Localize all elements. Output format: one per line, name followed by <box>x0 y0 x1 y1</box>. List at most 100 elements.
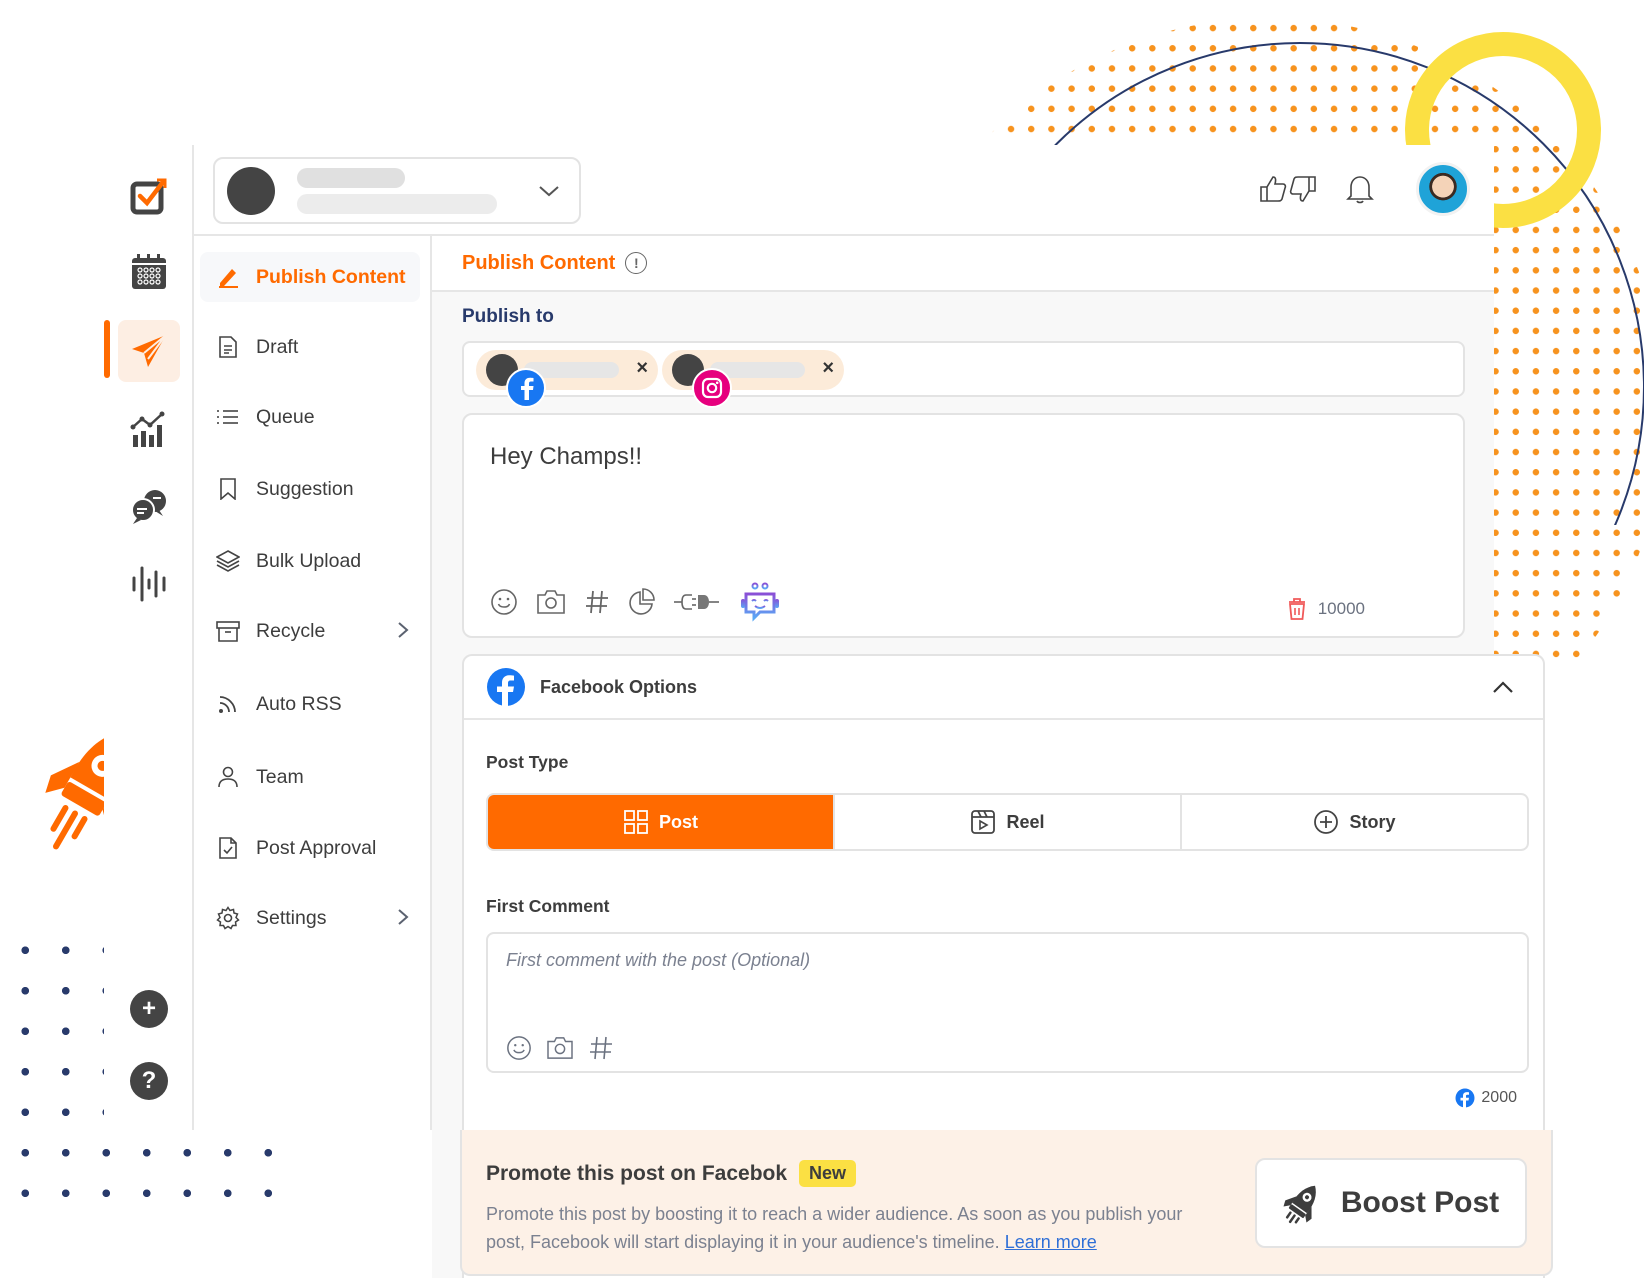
boost-post-button[interactable]: Boost Post <box>1255 1158 1527 1248</box>
subnav-label: Auto RSS <box>256 692 342 715</box>
subnav-item-settings[interactable]: Settings <box>200 893 420 943</box>
comment-hashtag-button[interactable] <box>588 1035 614 1061</box>
instagram-icon <box>692 368 732 408</box>
help-button[interactable]: ? <box>130 1062 168 1100</box>
learn-more-link[interactable]: Learn more <box>1005 1232 1097 1252</box>
bell-icon <box>1346 176 1374 204</box>
top-bar <box>194 145 1494 236</box>
paper-plane-icon <box>132 334 167 367</box>
subnav-item-publish-content[interactable]: Publish Content <box>200 252 420 302</box>
post-type-story[interactable]: Story <box>1182 795 1527 849</box>
media-button[interactable] <box>536 589 566 615</box>
info-icon[interactable]: ! <box>625 252 648 274</box>
facebook-icon <box>1455 1088 1475 1108</box>
emoji-icon <box>507 1036 531 1060</box>
first-comment-box <box>486 932 1529 1073</box>
comment-media-button[interactable] <box>546 1036 574 1060</box>
comment-emoji-button[interactable] <box>506 1035 532 1061</box>
hashtag-icon <box>586 590 608 614</box>
account-chip-instagram: × <box>662 350 844 408</box>
top-actions <box>1258 162 1470 216</box>
remove-account-button[interactable]: × <box>636 357 648 380</box>
comment-character-counter: 2000 <box>1455 1088 1517 1108</box>
chevron-up-icon[interactable] <box>1491 676 1515 700</box>
subnav-label: Recycle <box>256 619 326 642</box>
promote-title-text: Promote this post on Facebok <box>486 1161 788 1185</box>
camera-icon <box>537 590 565 614</box>
account-name-placeholder <box>297 167 497 214</box>
rail-item-publish[interactable] <box>118 320 180 382</box>
publish-content-panel: Publish Content ! Publish to × × Hey Cha… <box>432 236 1545 1278</box>
thumbs-down-icon <box>1289 176 1316 202</box>
character-counter: 10000 <box>1288 598 1365 620</box>
hashtag-icon <box>590 1036 612 1060</box>
subnav-item-team[interactable]: Team <box>200 752 420 802</box>
pie-chart-icon <box>629 588 655 615</box>
first-comment-label: First Comment <box>486 896 610 916</box>
layers-icon <box>216 549 240 573</box>
emoji-button[interactable] <box>490 588 518 616</box>
trash-icon[interactable] <box>1288 598 1306 620</box>
post-text[interactable]: Hey Champs!! <box>490 443 642 471</box>
notifications-button[interactable] <box>1346 174 1374 204</box>
subnav-item-suggestion[interactable]: Suggestion <box>200 464 420 514</box>
user-avatar[interactable] <box>1416 162 1470 216</box>
rail-item-listening[interactable] <box>118 553 180 615</box>
integrations-button[interactable] <box>674 592 720 612</box>
bookmark-icon <box>216 477 240 501</box>
camera-icon <box>547 1037 573 1059</box>
facebook-icon <box>506 368 546 408</box>
first-comment-input[interactable] <box>506 950 1406 971</box>
post-composer[interactable]: Hey Champs!! 10000 <box>462 413 1465 638</box>
add-button[interactable]: + <box>130 990 168 1028</box>
promote-title: Promote this post on Facebok New <box>486 1160 857 1187</box>
plug-icon <box>674 594 719 610</box>
hashtag-button[interactable] <box>584 589 610 615</box>
feedback-button[interactable] <box>1258 174 1318 204</box>
grid-icon <box>623 809 649 835</box>
remove-account-button[interactable]: × <box>822 357 834 380</box>
thumbs-up-icon <box>1260 176 1287 202</box>
subnav-item-bulk-upload[interactable]: Bulk Upload <box>200 536 420 586</box>
publish-to-label: Publish to <box>462 306 554 327</box>
account-chip-facebook: × <box>476 350 658 408</box>
rail-item-calendar[interactable] <box>118 241 180 303</box>
subnav-item-post-approval[interactable]: Post Approval <box>200 823 420 873</box>
subnav-item-auto-rss[interactable]: Auto RSS <box>200 679 420 729</box>
rail-item-tasks[interactable] <box>118 165 180 227</box>
rocket-icon <box>1283 1181 1323 1225</box>
checklist-icon <box>130 178 167 215</box>
account-selector[interactable] <box>213 157 581 224</box>
subnav-label: Settings <box>256 906 327 929</box>
chevron-right-icon <box>398 909 409 925</box>
facebook-options-title: Facebook Options <box>540 676 698 697</box>
facebook-icon <box>487 668 525 707</box>
pencil-icon <box>216 265 240 289</box>
post-type-reel[interactable]: Reel <box>835 795 1182 849</box>
promote-description: Promote this post by boosting it to reac… <box>486 1200 1206 1256</box>
rss-icon <box>216 692 240 716</box>
facebook-options-header[interactable]: Facebook Options <box>464 656 1543 720</box>
subnav-item-queue[interactable]: Queue <box>200 392 420 442</box>
promote-section: Promote this post on Facebok New Promote… <box>460 1130 1553 1276</box>
sound-wave-icon <box>132 566 166 602</box>
subnav-label: Team <box>256 765 304 788</box>
new-badge: New <box>799 1160 857 1187</box>
rail-item-inbox[interactable] <box>118 475 180 537</box>
subnav-item-recycle[interactable]: Recycle <box>200 606 420 656</box>
account-avatar <box>227 166 275 215</box>
ai-assistant-button[interactable] <box>738 582 782 622</box>
list-icon <box>216 405 240 429</box>
publish-to-field[interactable]: × × <box>462 341 1465 408</box>
comment-toolbar <box>506 1035 632 1061</box>
user-icon <box>216 765 240 789</box>
page-title: Publish Content <box>462 251 616 274</box>
rail-item-analytics[interactable] <box>118 398 180 460</box>
comment-character-count: 2000 <box>1481 1089 1517 1106</box>
post-type-post[interactable]: Post <box>488 795 835 849</box>
post-type-label-text: Story <box>1349 811 1396 832</box>
subnav-item-draft[interactable]: Draft <box>200 322 420 372</box>
analytics-icon <box>130 411 165 447</box>
composer-toolbar <box>490 582 800 622</box>
poll-button[interactable] <box>628 588 656 616</box>
